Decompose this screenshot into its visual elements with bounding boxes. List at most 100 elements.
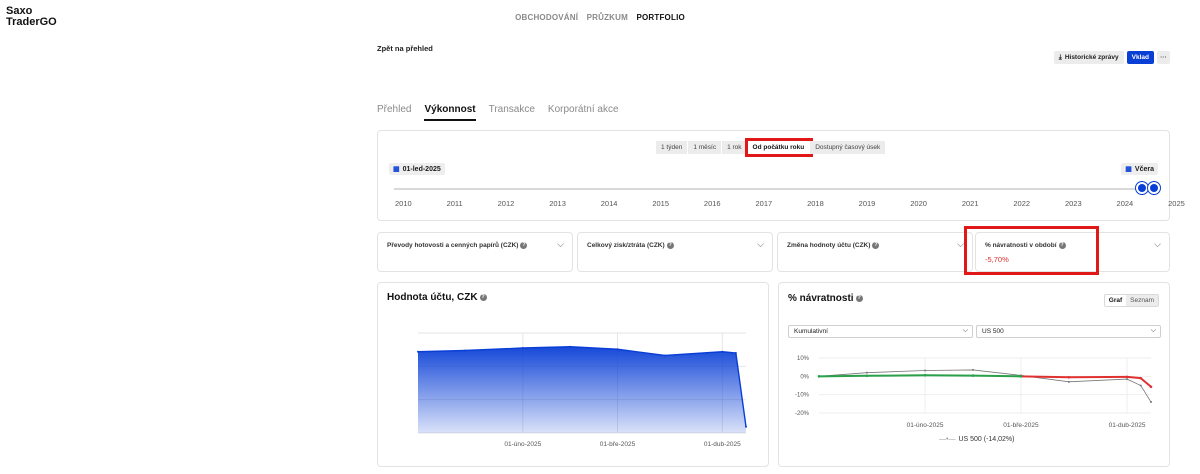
portfolio-line-segment [1020,375,1069,379]
x-tick-label: 01-úno-2025 [504,441,541,448]
x-tick-label: 01-bře-2025 [600,441,636,448]
info-icon[interactable]: ? [520,242,528,249]
x-tick-label: 01-dub-2025 [1109,422,1146,429]
legend-line-icon: —•— [939,436,956,443]
portfolio-point [971,374,975,377]
more-options-button[interactable]: ··· [1157,51,1170,64]
year-label: 2019 [858,199,876,208]
year-label: 2022 [1013,199,1031,208]
period-1-week[interactable]: 1 týden [656,141,689,154]
period-available-range[interactable]: Dostupný časový úsek [810,141,887,154]
period-selector-panel: 1 týden 1 měsíc 1 rok Od počátku roku Do… [377,130,1185,221]
chevron-down-icon[interactable]: ⌵ [757,239,764,250]
start-date-badge[interactable]: ▦ 01-led-2025 [389,163,445,175]
legend-text: US 500 (-14,02%) [958,436,1015,443]
nav-research[interactable]: PRŮZKUM [587,13,628,22]
data-point [745,425,747,428]
return-pct-panel: % návratnosti? Graf Seznam Kumulativní ⌵… [778,282,1170,467]
y-tick-label: 0% [800,374,809,380]
benchmark-point [1126,378,1129,381]
year-label: 2025 [1168,199,1185,208]
y-tick-label: -10% [795,393,810,399]
portfolio-point [1149,385,1153,389]
metric-label: Celkový zisk/ztráta (CZK)? [587,242,674,249]
benchmark-point [972,368,975,371]
x-tick-label: 01-dub-2025 [704,441,741,448]
year-label: 2017 [755,199,773,208]
chevron-down-icon[interactable]: ⌵ [557,239,564,250]
chevron-down-icon[interactable]: ⌵ [1154,239,1161,250]
portfolio-point [1139,376,1143,380]
portfolio-point [1125,375,1129,379]
info-icon[interactable]: ? [666,242,674,249]
data-point [734,352,737,354]
portfolio-line-segment [973,374,1021,378]
year-label: 2014 [600,199,618,208]
portfolio-point [1067,375,1071,379]
tab-corporate-actions[interactable]: Korporátní akce [548,104,619,121]
deposit-button[interactable]: Vklad [1126,51,1154,64]
year-label: 2013 [549,199,566,208]
portfolio-tabs: Přehled Výkonnost Transakce Korporátní a… [377,104,619,121]
benchmark-line [818,369,1152,403]
tab-overview[interactable]: Přehled [377,104,411,121]
portfolio-line-segment [866,374,926,377]
year-label: 2021 [961,199,979,208]
x-tick-label: 01-úno-2025 [907,422,944,429]
top-navigation: OBCHODOVÁNÍ PRŮZKUM PORTFOLIO [0,13,1200,22]
info-icon[interactable]: ? [872,242,880,249]
metric-label-text: Celkový zisk/ztráta (CZK) [587,242,665,250]
tab-performance[interactable]: Výkonnost [424,104,476,121]
timeline-slider-track[interactable] [394,188,1151,190]
data-point [521,347,524,349]
year-label: 2010 [395,199,412,208]
benchmark-point [924,369,927,372]
chart-legend: —•— US 500 (-14,02%) [939,436,1014,443]
end-date-text: Včera [1134,166,1154,173]
tab-transactions[interactable]: Transakce [489,104,535,121]
back-to-overview-link[interactable]: Zpět na přehled [377,44,433,53]
benchmark-point [1067,380,1070,383]
data-point [616,348,619,351]
period-buttons: 1 týden 1 měsíc 1 rok Od počátku roku Do… [656,138,887,157]
portfolio-point [817,375,821,378]
portfolio-line-segment [1126,375,1141,380]
nav-portfolio[interactable]: PORTFOLIO [636,13,684,22]
data-point [721,350,724,353]
data-point [464,349,467,352]
nav-trading[interactable]: OBCHODOVÁNÍ [515,13,578,22]
data-point [417,350,419,353]
period-ytd[interactable]: Od počátku roku [744,138,814,157]
metric-card-transfers[interactable]: Převody hotovosti a cenných papírů (CZK)… [377,232,573,272]
portfolio-point [923,373,927,377]
benchmark-point [1139,384,1142,387]
data-point [569,345,572,348]
period-1-month[interactable]: 1 měsíc [688,141,723,154]
timeline-years: 2010 2011 2012 2013 2014 2015 2016 2017 2018 2019… [395,199,1185,208]
period-1-year[interactable]: 1 rok [722,141,748,154]
slider-end-handle[interactable] [1148,182,1160,194]
start-date-text: 01-led-2025 [402,166,441,173]
historical-reports-label: Historické zprávy [1064,54,1119,61]
header-actions: ⤓ Historické zprávy Vklad ··· [1053,51,1170,64]
year-label: 2016 [703,199,721,208]
end-date-badge[interactable]: ▦ Včera [1121,163,1158,175]
historical-reports-button[interactable]: ⤓ Historické zprávy [1053,51,1124,64]
account-value-panel: Hodnota účtu, CZK? 01-úno-2025 01-bře-202… [377,282,769,467]
year-label: 2024 [1116,199,1134,208]
metric-label: Změna hodnoty účtu (CZK)? [787,242,880,250]
metric-label-text: Změna hodnoty účtu (CZK) [787,242,871,250]
metric-label-text: Převody hotovosti a cenných papírů (CZK) [387,242,519,250]
calendar-icon: ▦ [1125,166,1132,173]
account-value-chart[interactable]: 01-úno-2025 01-bře-2025 01-dub-2025 [378,283,770,468]
metric-card-total-pl[interactable]: Celkový zisk/ztráta (CZK)? ⌵ [577,232,773,272]
benchmark-point [1150,401,1152,404]
chevron-down-icon[interactable]: ⌵ [957,239,964,250]
highlight-box [964,226,1099,275]
portfolio-line-segment [818,374,867,378]
metric-card-account-change[interactable]: Změna hodnoty účtu (CZK)? ⌵ [777,232,973,272]
slider-start-handle[interactable] [1136,182,1148,194]
x-tick-label: 01-bře-2025 [1003,422,1039,429]
y-tick-label: 10% [797,356,810,362]
year-label: 2018 [807,199,824,208]
